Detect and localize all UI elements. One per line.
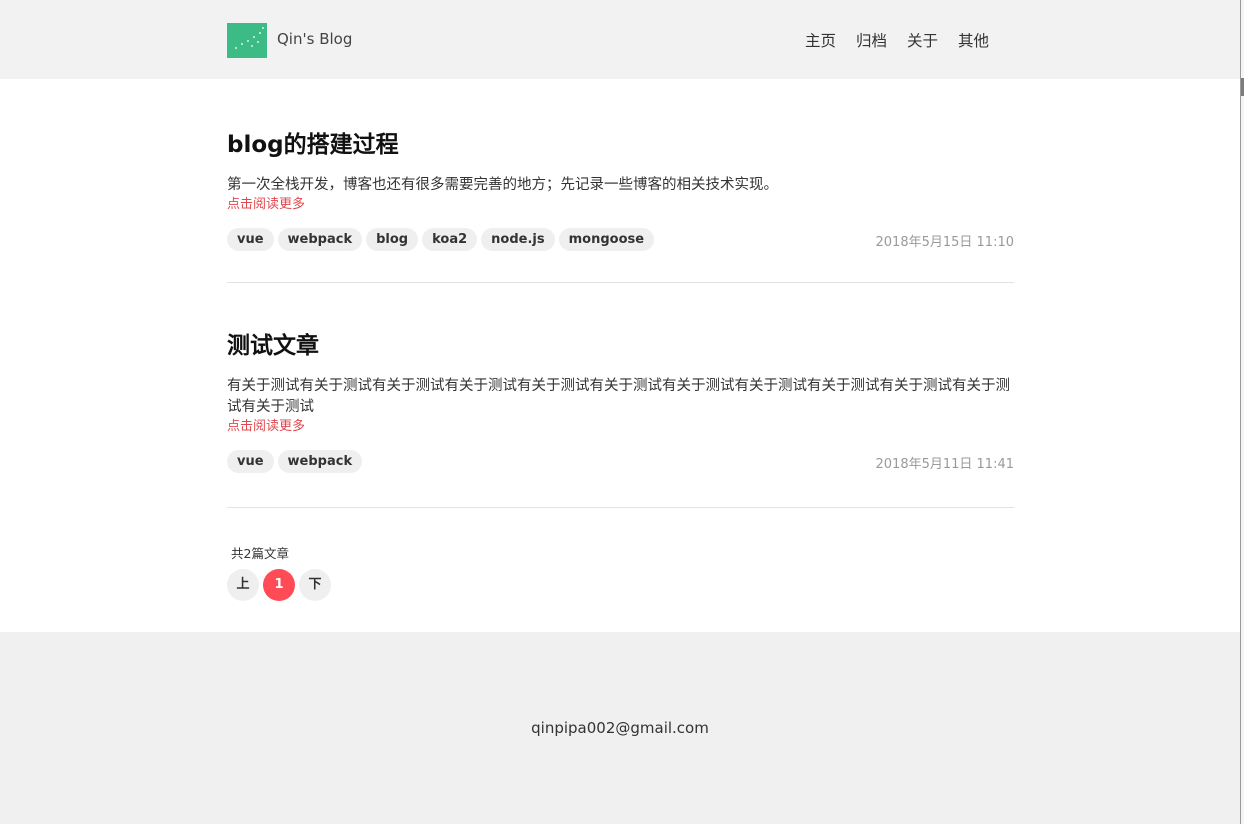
tag[interactable]: webpack: [277, 228, 363, 251]
site-title[interactable]: Qin's Blog: [277, 30, 352, 48]
tag[interactable]: blog: [366, 228, 419, 251]
post-title[interactable]: 测试文章: [227, 326, 1014, 360]
post-item: 测试文章 有关于测试有关于测试有关于测试有关于测试有关于测试有关于测试有关于测试…: [227, 326, 1014, 474]
post-meta: vue webpack 2018年5月11日 11:41: [227, 450, 1014, 474]
post-date: 2018年5月11日 11:41: [875, 457, 1015, 472]
post-divider: [227, 507, 1014, 508]
post-summary: 有关于测试有关于测试有关于测试有关于测试有关于测试有关于测试有关于测试有关于测试…: [227, 378, 1010, 415]
nav-item-about[interactable]: 关于: [907, 29, 938, 51]
page-button-current[interactable]: 1: [263, 569, 295, 601]
tag[interactable]: vue: [227, 228, 274, 251]
nav-item-other[interactable]: 其他: [958, 29, 989, 51]
post-title[interactable]: blog的搭建过程: [227, 125, 1014, 159]
read-more-link[interactable]: 点击阅读更多: [227, 418, 1014, 436]
post-date: 2018年5月15日 11:10: [875, 235, 1015, 250]
post-item: blog的搭建过程 第一次全栈开发，博客也还有很多需要完善的地方；先记录一些博客…: [227, 125, 1014, 252]
post-list: blog的搭建过程 第一次全栈开发，博客也还有很多需要完善的地方；先记录一些博客…: [0, 79, 1240, 632]
blog-page: Qin's Blog 主页 归档 关于 其他 blog的搭建过程 第一次全栈开发…: [0, 0, 1244, 824]
main-nav: 主页 归档 关于 其他: [805, 29, 989, 51]
tag[interactable]: koa2: [422, 228, 478, 251]
nav-item-home[interactable]: 主页: [805, 29, 836, 51]
footer-email: qinpipa002@gmail.com: [531, 719, 709, 737]
constellation-logo-icon[interactable]: [227, 23, 267, 58]
tag[interactable]: vue: [227, 450, 274, 473]
site-header: Qin's Blog 主页 归档 关于 其他: [0, 0, 1240, 79]
tag[interactable]: webpack: [277, 450, 363, 473]
post-count: 共2篇文章: [231, 546, 289, 561]
tag[interactable]: mongoose: [558, 228, 655, 251]
scrollbar[interactable]: [1240, 0, 1244, 824]
pagination: 上 1 下: [227, 569, 331, 601]
post-summary: 第一次全栈开发，博客也还有很多需要完善的地方；先记录一些博客的相关技术实现。: [227, 177, 778, 193]
prev-page-button[interactable]: 上: [227, 569, 259, 601]
read-more-link[interactable]: 点击阅读更多: [227, 196, 1014, 214]
nav-item-archive[interactable]: 归档: [856, 29, 887, 51]
post-divider: [227, 282, 1014, 283]
next-page-button[interactable]: 下: [299, 569, 331, 601]
tag[interactable]: node.js: [481, 228, 555, 251]
post-meta: vue webpack blog koa2 node.js mongoose 2…: [227, 228, 1014, 252]
